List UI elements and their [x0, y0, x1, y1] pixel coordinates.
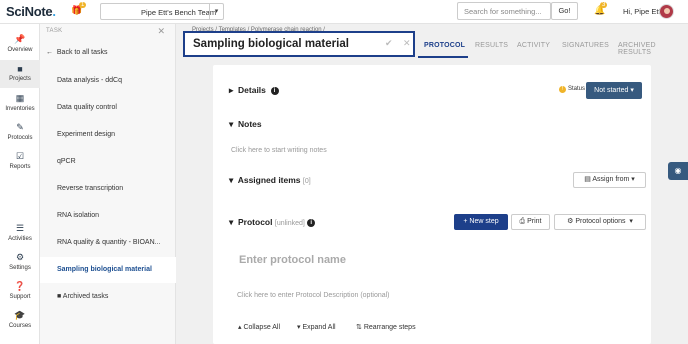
table-icon: ▦	[15, 93, 25, 103]
plus-icon: +	[463, 218, 468, 225]
notes-section-toggle[interactable]: ▾ Notes	[229, 119, 262, 130]
side-panel-toggle[interactable]: ◉	[668, 162, 688, 180]
status-dropdown[interactable]: Not started ▾	[586, 82, 642, 99]
notes-placeholder[interactable]: Click here to start writing notes	[231, 147, 327, 154]
info-icon[interactable]: i	[270, 87, 279, 95]
nav-protocols[interactable]: ✎ Protocols	[0, 122, 40, 141]
info-icon: !	[559, 86, 566, 93]
check-icon[interactable]: ✔	[385, 38, 393, 49]
search-input[interactable]	[457, 2, 551, 20]
arrow-left-icon: ←	[46, 49, 53, 56]
chevron-down-icon: ▾	[629, 218, 633, 225]
edit-icon: ✎	[16, 122, 24, 132]
team-name: Pipe Ett's Bench Team	[141, 8, 217, 17]
chevron-down-icon[interactable]: ▾	[209, 4, 223, 19]
task-sidebar: TASK ✕ ← Back to all tasks Data analysis…	[40, 24, 176, 344]
nav-settings[interactable]: ⚙ Settings	[0, 252, 40, 271]
gear-icon: ⚙	[15, 252, 25, 262]
rearrange-steps-button[interactable]: ⇅ Rearrange steps	[356, 323, 416, 331]
protocol-name-input[interactable]: Enter protocol name	[239, 254, 346, 266]
tab-archived-results[interactable]: ARCHIVED RESULTS	[618, 42, 688, 56]
archive-icon: ■	[57, 293, 62, 300]
notifications-badge: 3	[600, 2, 608, 8]
nav-courses[interactable]: 🎓 Courses	[0, 310, 40, 329]
top-bar: SciNote. 🎁 1 Pipe Ett's Bench Team ▾ Go!…	[0, 0, 688, 24]
protocol-options-dropdown[interactable]: ⚙ Protocol options ▾	[554, 214, 646, 230]
expand-all-button[interactable]: ▾ Expand All	[297, 323, 336, 331]
task-sidebar-header: TASK	[46, 28, 63, 34]
avatar[interactable]	[659, 4, 674, 19]
tab-protocol[interactable]: PROTOCOL	[424, 42, 465, 49]
scinote-logo[interactable]: SciNote.	[6, 4, 56, 19]
task-item-active[interactable]: Sampling biological material	[40, 257, 176, 283]
protocol-section-toggle[interactable]: ▾ Protocol [unlinked] i	[229, 217, 316, 228]
folder-icon: ■	[17, 64, 23, 74]
nav-activities[interactable]: ☰ Activities	[0, 223, 40, 242]
task-item[interactable]: RNA isolation	[40, 203, 176, 229]
chevron-down-icon: ▾	[229, 119, 234, 129]
active-tab-indicator	[418, 56, 468, 58]
new-step-button[interactable]: + New step	[454, 214, 508, 230]
details-section-toggle[interactable]: ▸ Details i	[229, 85, 279, 96]
protocol-card	[213, 65, 651, 344]
archived-tasks-link[interactable]: ■ Archived tasks	[40, 284, 176, 310]
nav-overview[interactable]: 📌 Overview	[0, 34, 40, 53]
nav-inventories[interactable]: ▦ Inventories	[0, 93, 40, 112]
task-item[interactable]: qPCR	[40, 149, 176, 175]
back-to-tasks-link[interactable]: ← Back to all tasks	[46, 49, 107, 56]
tab-results[interactable]: RESULTS	[475, 42, 508, 49]
user-greeting[interactable]: Hi, Pipe Ett	[623, 7, 661, 16]
task-item[interactable]: Data quality control	[40, 95, 176, 121]
close-icon[interactable]: ✕	[157, 26, 165, 37]
task-item[interactable]: Experiment design	[40, 122, 176, 148]
checklist-icon: ☑	[15, 151, 25, 161]
main-navigation: 📌 Overview ■ Projects ▦ Inventories ✎ Pr…	[0, 24, 40, 344]
caret-down-icon: ▾	[297, 324, 301, 331]
chevron-down-icon: ▾	[630, 87, 634, 94]
question-icon: ❓	[14, 281, 26, 291]
caret-up-icon: ▴	[238, 324, 242, 331]
protocol-description-input[interactable]: Click here to enter Protocol Description…	[237, 292, 390, 299]
close-icon[interactable]: ✕	[403, 38, 411, 49]
list-icon: ☰	[15, 223, 25, 233]
assistant-icon: ◉	[674, 166, 682, 175]
chevron-down-icon: ▾	[229, 175, 234, 185]
nav-projects[interactable]: ■ Projects	[0, 60, 40, 88]
task-title-editor[interactable]: Sampling biological material ✔ ✕	[183, 31, 415, 57]
gift-button[interactable]: 🎁 1	[71, 2, 87, 16]
task-item[interactable]: Reverse transcription	[40, 176, 176, 202]
print-button[interactable]: ⎙ Print	[511, 214, 550, 230]
task-item[interactable]: RNA quality & quantity - BIOAN...	[40, 230, 176, 256]
assign-icon: ▤	[584, 176, 591, 183]
search-go-button[interactable]: Go!	[551, 2, 578, 20]
task-item[interactable]: Data analysis - ddCq	[40, 68, 176, 94]
collapse-all-button[interactable]: ▴ Collapse All	[238, 323, 280, 331]
protocol-link-state: [unlinked]	[274, 220, 305, 227]
team-switcher[interactable]: Pipe Ett's Bench Team ▾	[100, 3, 224, 20]
graduation-icon: 🎓	[14, 310, 26, 320]
nav-reports[interactable]: ☑ Reports	[0, 151, 40, 170]
gear-icon: ⚙	[567, 218, 574, 225]
info-icon[interactable]: i	[307, 219, 316, 227]
pin-icon: 📌	[14, 34, 26, 44]
chevron-down-icon: ▾	[229, 217, 234, 227]
tab-signatures[interactable]: SIGNATURES	[562, 42, 609, 49]
notifications-button[interactable]: 🔔 3	[594, 2, 608, 16]
chevron-right-icon: ▸	[229, 85, 234, 95]
print-icon: ⎙	[519, 218, 526, 225]
tab-activity[interactable]: ACTIVITY	[517, 42, 550, 49]
sort-icon: ⇅	[356, 324, 362, 331]
status-label: ! Status	[559, 86, 585, 93]
assigned-count: [0]	[302, 178, 311, 185]
task-title[interactable]: Sampling biological material	[193, 38, 349, 50]
chevron-down-icon: ▾	[631, 176, 635, 183]
nav-support[interactable]: ❓ Support	[0, 281, 40, 300]
gift-badge: 1	[79, 2, 87, 8]
assign-from-button[interactable]: ▤ Assign from ▾	[573, 172, 646, 188]
assigned-items-toggle[interactable]: ▾ Assigned items [0]	[229, 175, 311, 186]
